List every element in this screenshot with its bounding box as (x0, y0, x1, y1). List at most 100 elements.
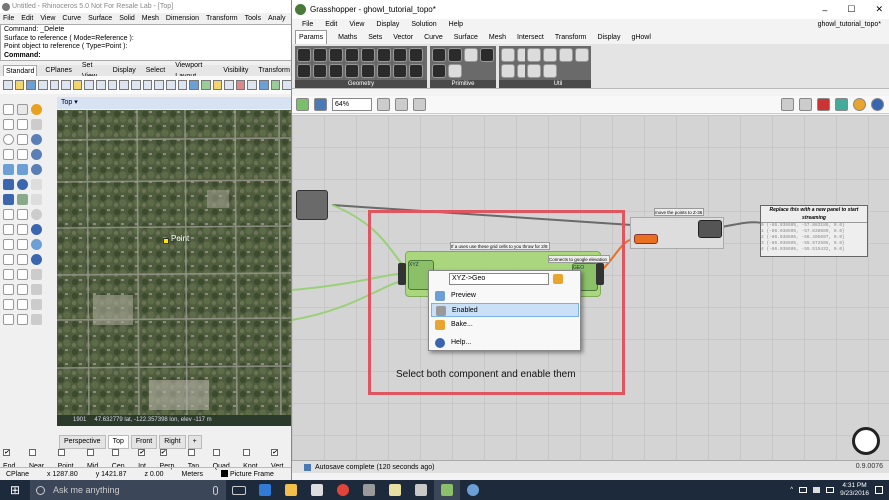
circle-icon[interactable] (3, 134, 14, 145)
edge-browser-icon[interactable] (252, 480, 278, 500)
media-icon[interactable] (460, 480, 486, 500)
polyline-icon[interactable] (3, 119, 14, 130)
store-icon[interactable] (304, 480, 330, 500)
move-icon[interactable] (3, 224, 14, 235)
boolean-icon[interactable] (17, 194, 28, 205)
tab-visibility[interactable]: Visibility (221, 65, 250, 76)
four-view-icon[interactable] (165, 80, 176, 90)
gh-menu-view[interactable]: View (349, 19, 364, 31)
document-preview-icon[interactable] (835, 98, 848, 111)
fillet-icon[interactable] (31, 194, 42, 205)
display-options-icon[interactable] (871, 98, 884, 111)
trim-icon[interactable] (3, 284, 14, 295)
checkbox-checked-icon[interactable] (3, 449, 10, 457)
rhino-menu-analyze[interactable]: Analy (268, 13, 286, 24)
menu-enabled[interactable]: Enabled (431, 303, 579, 317)
minimize-icon[interactable]: – (822, 5, 827, 15)
param-curve-icon[interactable] (297, 64, 311, 78)
hide-icon[interactable] (31, 299, 42, 310)
scale-icon[interactable] (17, 239, 28, 250)
join-icon[interactable] (3, 269, 14, 280)
start-button[interactable]: ⊞ (0, 480, 30, 500)
texture-t-icon[interactable] (31, 164, 42, 175)
keyboard-icon[interactable] (826, 487, 835, 493)
rhino-menu-solid[interactable]: Solid (119, 13, 135, 24)
param-field-icon[interactable] (361, 48, 375, 62)
flask-icon[interactable] (543, 64, 557, 78)
scissors-icon[interactable] (31, 179, 42, 190)
options-icon[interactable] (247, 80, 258, 90)
notifications-icon[interactable] (875, 486, 883, 494)
tab-ghowl[interactable]: gHowl (631, 31, 650, 44)
param-point-icon[interactable] (345, 48, 359, 62)
rhino-menu-edit[interactable]: Edit (21, 13, 33, 24)
input-value-list-icon[interactable] (501, 64, 515, 78)
tab-intersect[interactable]: Intersect (517, 31, 544, 44)
gumball-icon[interactable] (31, 239, 42, 250)
status-layer[interactable]: Picture Frame (220, 468, 274, 481)
sphere-icon[interactable] (17, 179, 28, 190)
coordinates-panel[interactable]: Replace this with a new panel to start s… (760, 205, 868, 257)
undo-icon[interactable] (84, 80, 95, 90)
rhino-menu-view[interactable]: View (40, 13, 55, 24)
polygon-icon[interactable] (17, 149, 28, 160)
mesh-icon[interactable] (31, 224, 42, 235)
point-marker-icon[interactable] (163, 238, 169, 244)
print-icon[interactable] (37, 80, 48, 90)
canvas-navigator-icon[interactable] (852, 427, 880, 455)
sketch-pen-icon[interactable] (413, 98, 426, 111)
print-display-icon[interactable] (31, 314, 42, 325)
app-icon[interactable] (356, 480, 382, 500)
dimension-icon[interactable] (3, 209, 14, 220)
lock-icon[interactable] (3, 314, 14, 325)
checkbox-icon[interactable] (111, 449, 119, 457)
mirror-icon[interactable] (3, 254, 14, 265)
checkbox-checked-icon[interactable] (138, 449, 146, 457)
gh-menu-solution[interactable]: Solution (411, 19, 436, 31)
surface-icon[interactable] (3, 164, 14, 175)
cortana-search[interactable]: Ask me anything (30, 480, 226, 500)
extrude-icon[interactable] (17, 164, 28, 175)
rectangle-icon[interactable] (3, 149, 14, 160)
notepad-icon[interactable] (382, 480, 408, 500)
zoom-icon[interactable] (119, 80, 130, 90)
rename-pencil-icon[interactable] (553, 274, 563, 284)
input-slider-icon[interactable] (501, 48, 515, 62)
tab-select[interactable]: Select (144, 65, 167, 76)
tab-display[interactable]: Display (111, 65, 138, 76)
prim-omega-icon[interactable] (448, 48, 462, 62)
preview-wire-icon[interactable] (799, 98, 812, 111)
select-arrow-icon[interactable] (3, 104, 14, 115)
volume-icon[interactable] (813, 487, 821, 493)
layer-stack-icon[interactable] (17, 314, 28, 325)
wrench-icon[interactable] (31, 119, 42, 130)
param-surface-icon[interactable] (361, 64, 375, 78)
tab-transform[interactable]: Transform (555, 31, 587, 44)
save-document-icon[interactable] (314, 98, 327, 111)
eye-preview-icon[interactable] (395, 98, 408, 111)
tab-cplanes[interactable]: CPlanes (43, 65, 73, 76)
checkbox-icon[interactable] (57, 449, 65, 457)
cut-icon[interactable] (49, 80, 60, 90)
clock[interactable]: 4:31 PM 9/23/2016 (840, 482, 869, 498)
param-line-icon[interactable] (393, 48, 407, 62)
zoom-dropdown[interactable]: 64% (332, 98, 372, 111)
pan-hand-icon[interactable] (96, 80, 106, 90)
menu-help[interactable]: Help... (431, 336, 579, 350)
file-explorer-icon[interactable] (278, 480, 304, 500)
param-twisted-icon[interactable] (393, 64, 407, 78)
material-icon[interactable] (235, 80, 246, 90)
preview-shaded-icon[interactable] (781, 98, 794, 111)
viewport-title[interactable]: Top ▾ (57, 97, 292, 109)
text-icon[interactable] (17, 209, 28, 220)
checkbox-checked-icon[interactable] (271, 449, 279, 457)
copy-icon[interactable] (61, 80, 71, 90)
tab-mesh[interactable]: Mesh (489, 31, 506, 44)
points-on-icon[interactable] (3, 299, 14, 310)
component-name-field[interactable]: XYZ->Geo (449, 273, 549, 285)
left-component[interactable] (296, 190, 328, 220)
network-icon[interactable] (799, 487, 808, 493)
tab-maths[interactable]: Maths (338, 31, 357, 44)
open-folder-icon[interactable] (14, 80, 25, 90)
menu-bake[interactable]: Bake... (431, 318, 579, 332)
